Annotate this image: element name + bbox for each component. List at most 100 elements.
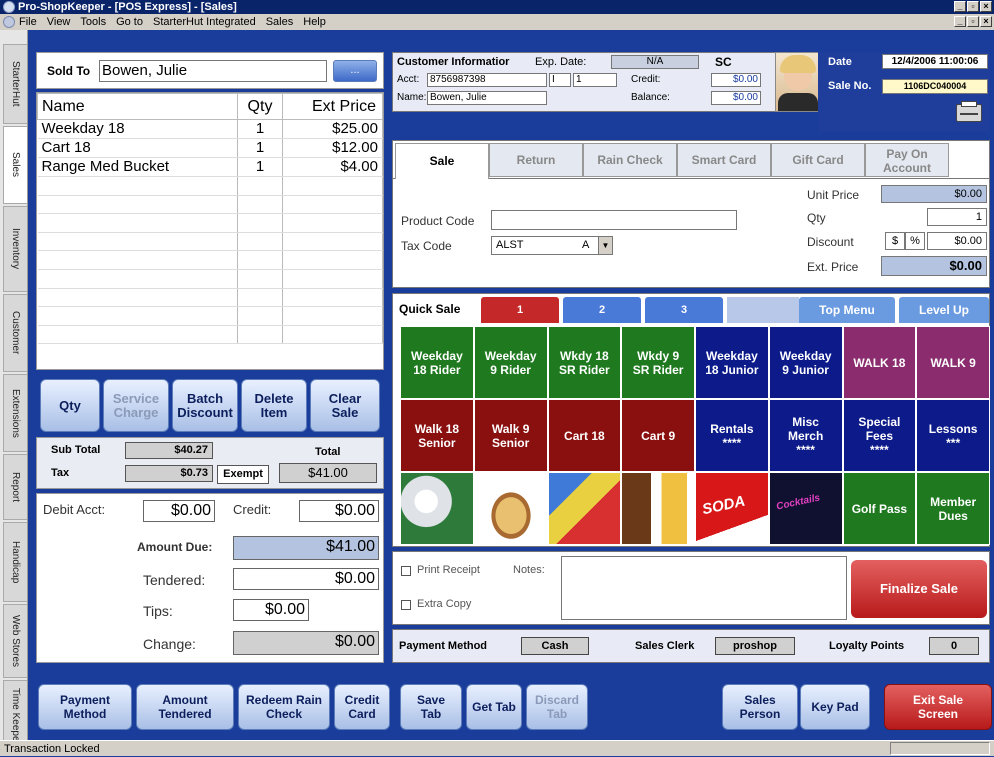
table-row[interactable]: Weekday 18 1 $25.00 <box>37 119 383 139</box>
tips-field[interactable]: $0.00 <box>233 599 309 621</box>
amount-tendered-button[interactable]: Amount Tendered <box>136 684 234 730</box>
col-ext-price[interactable]: Ext Price <box>282 93 383 120</box>
quick-walk-18-senior-button[interactable]: Walk 18 Senior <box>400 399 474 472</box>
notes-input[interactable] <box>561 556 847 620</box>
quick-walk-9-button[interactable]: WALK 9 <box>916 326 990 399</box>
quick-sale-tab-3[interactable]: 3 <box>645 297 723 323</box>
quick-lessons-button[interactable]: Lessons *** <box>916 399 990 472</box>
beer-image[interactable] <box>621 472 695 545</box>
quick-walk-9-senior-button[interactable]: Walk 9 Senior <box>473 399 548 472</box>
side-tab-web-stores[interactable]: Web Stores <box>3 604 27 678</box>
discount-percent-toggle[interactable]: % <box>905 232 925 250</box>
print-receipt-checkbox[interactable] <box>401 566 411 576</box>
payment-method-button[interactable]: Payment Method <box>38 684 132 730</box>
minimize-button[interactable]: _ <box>954 1 966 12</box>
quick-member-dues-button[interactable]: Member Dues <box>916 472 990 545</box>
title-bar: Pro-ShopKeeper - [POS Express] - [Sales]… <box>0 0 994 14</box>
quick-misc-merch-button[interactable]: Misc Merch **** <box>768 399 843 472</box>
menu-goto[interactable]: Go to <box>115 14 144 30</box>
menu-file[interactable]: File <box>18 14 38 30</box>
save-tab-button[interactable]: Save Tab <box>400 684 462 730</box>
discount-dollar-toggle[interactable]: $ <box>885 232 905 250</box>
batch-discount-button[interactable]: Batch Discount <box>172 379 238 432</box>
key-pad-button[interactable]: Key Pad <box>800 684 870 730</box>
side-tab-inventory[interactable]: Inventory <box>3 206 27 292</box>
close-button[interactable]: × <box>980 1 992 12</box>
clear-sale-button[interactable]: Clear Sale <box>310 379 380 432</box>
exit-sale-screen-button[interactable]: Exit Sale Screen <box>884 684 992 730</box>
exempt-button[interactable]: Exempt <box>217 465 269 484</box>
quick-weekday-9-rider-button[interactable]: Weekday 9 Rider <box>473 326 548 399</box>
sales-person-button[interactable]: Sales Person <box>722 684 798 730</box>
service-charge-button[interactable]: Service Charge <box>103 379 169 432</box>
level-up-button[interactable]: Level Up <box>899 297 989 323</box>
menu-starterhut[interactable]: StarterHut Integrated <box>152 14 257 30</box>
credit-field[interactable]: $0.00 <box>299 500 379 522</box>
quick-wkdy-9-sr-rider-button[interactable]: Wkdy 9 SR Rider <box>621 326 695 399</box>
quick-cart-9-button[interactable]: Cart 9 <box>621 399 695 472</box>
col-name[interactable]: Name <box>37 93 238 120</box>
debit-field[interactable]: $0.00 <box>143 500 215 522</box>
side-tab-customer[interactable]: Customer <box>3 294 27 372</box>
maximize-button[interactable]: ▫ <box>967 1 979 12</box>
product-code-input[interactable] <box>491 210 737 230</box>
quick-sale-tab-1[interactable]: 1 <box>481 297 559 323</box>
quick-button-label: Misc <box>792 414 819 429</box>
menu-sales[interactable]: Sales <box>265 14 295 30</box>
side-tab-strip: StarterHut Sales Inventory Customer Exte… <box>0 30 28 752</box>
delete-item-button[interactable]: Delete Item <box>241 379 307 432</box>
printer-icon[interactable] <box>956 101 982 122</box>
finalize-sale-button[interactable]: Finalize Sale <box>851 560 987 618</box>
discard-tab-button[interactable]: Discard Tab <box>526 684 588 730</box>
get-tab-button[interactable]: Get Tab <box>466 684 522 730</box>
side-tab-starterhut[interactable]: StarterHut <box>3 44 27 124</box>
quick-rentals-button[interactable]: Rentals **** <box>695 399 769 472</box>
side-tab-sales[interactable]: Sales <box>3 126 27 204</box>
qty-button[interactable]: Qty <box>40 379 100 432</box>
tab-pay-on-account[interactable]: Pay On Account <box>865 143 949 177</box>
quick-sale-tab-2[interactable]: 2 <box>563 297 641 323</box>
top-menu-button[interactable]: Top Menu <box>799 297 895 323</box>
quick-weekday-9-junior-button[interactable]: Weekday 9 Junior <box>768 326 843 399</box>
col-qty[interactable]: Qty <box>237 93 283 120</box>
soda-image[interactable]: SODA <box>695 472 769 545</box>
snacks-image[interactable] <box>547 472 622 545</box>
side-tab-handicap[interactable]: Handicap <box>3 522 27 602</box>
qty-input[interactable]: 1 <box>927 208 987 226</box>
sold-to-field[interactable]: Bowen, Julie <box>99 60 327 82</box>
table-row[interactable]: Cart 18 1 $12.00 <box>37 138 383 158</box>
menu-help[interactable]: Help <box>302 14 327 30</box>
table-row[interactable]: Range Med Bucket 1 $4.00 <box>37 157 383 177</box>
redeem-rain-check-button[interactable]: Redeem Rain Check <box>238 684 330 730</box>
side-tab-extensions[interactable]: Extensions <box>3 374 27 452</box>
sandwich-image[interactable] <box>473 472 548 545</box>
child-close-button[interactable]: × <box>980 16 992 27</box>
child-restore-button[interactable]: ▫ <box>967 16 979 27</box>
tab-return[interactable]: Return <box>489 143 583 177</box>
quick-weekday-18-junior-button[interactable]: Weekday 18 Junior <box>695 326 769 399</box>
side-tab-report[interactable]: Report <box>3 454 27 520</box>
quick-weekday-18-rider-button[interactable]: Weekday 18 Rider <box>400 326 474 399</box>
credit-card-button[interactable]: Credit Card <box>334 684 390 730</box>
chevron-down-icon[interactable]: ▼ <box>598 237 612 254</box>
quick-golf-pass-button[interactable]: Golf Pass <box>842 472 917 545</box>
quick-special-fees-button[interactable]: Special Fees **** <box>842 399 917 472</box>
tab-gift-card[interactable]: Gift Card <box>771 143 865 177</box>
tab-sale[interactable]: Sale <box>395 143 489 179</box>
golf-balls-image[interactable] <box>400 472 474 545</box>
discount-input[interactable]: $0.00 <box>927 232 987 250</box>
customer-lookup-button[interactable]: ... <box>333 60 377 82</box>
cocktails-image[interactable]: Cocktails <box>768 472 843 545</box>
tab-smart-card[interactable]: Smart Card <box>677 143 771 177</box>
extra-copy-checkbox[interactable] <box>401 600 411 610</box>
quick-walk-18-button[interactable]: WALK 18 <box>842 326 917 399</box>
tax-code-select[interactable]: ALST A ▼ <box>491 236 613 255</box>
quick-cart-18-button[interactable]: Cart 18 <box>547 399 622 472</box>
menu-view[interactable]: View <box>46 14 72 30</box>
child-minimize-button[interactable]: _ <box>954 16 966 27</box>
tab-rain-check[interactable]: Rain Check <box>583 143 677 177</box>
menu-tools[interactable]: Tools <box>79 14 107 30</box>
quick-wkdy-18-sr-rider-button[interactable]: Wkdy 18 SR Rider <box>547 326 622 399</box>
tendered-field[interactable]: $0.00 <box>233 568 379 590</box>
quick-button-label: *** <box>946 435 961 450</box>
